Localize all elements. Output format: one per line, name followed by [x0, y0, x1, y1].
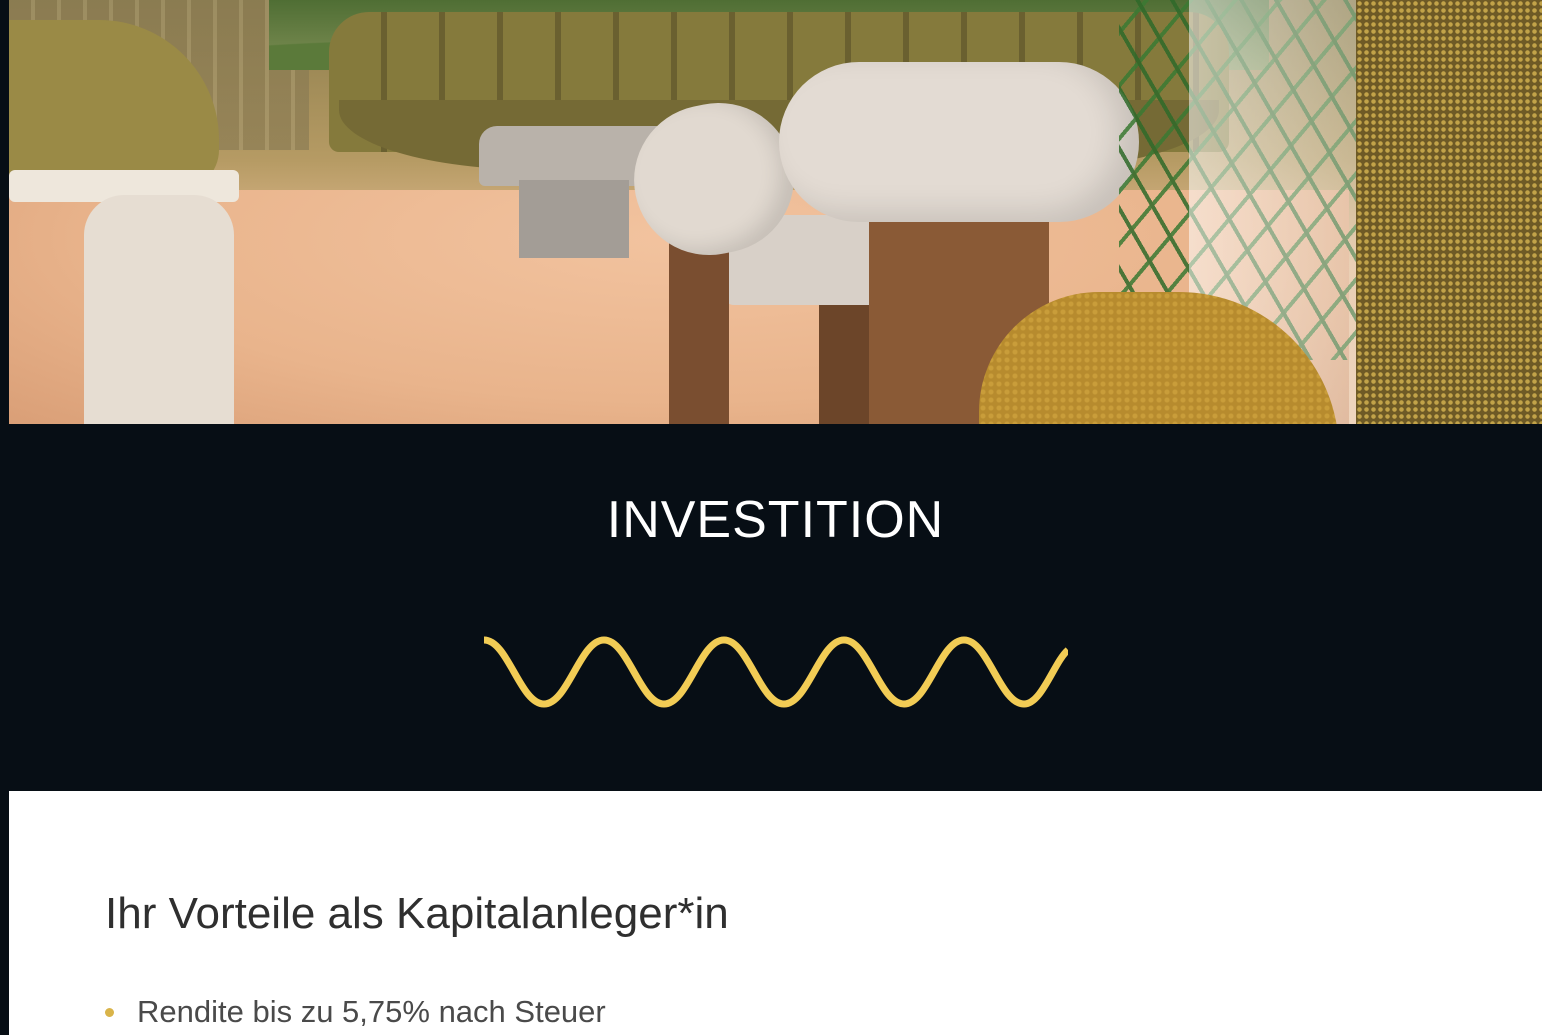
- wave-divider-icon: [484, 636, 1068, 708]
- section-title: INVESTITION: [606, 491, 945, 549]
- list-item: Rendite bis zu 5,75% nach Steuer: [105, 992, 606, 1032]
- chair-backrest-decoration: [779, 62, 1139, 222]
- bullet-icon: [105, 1008, 114, 1017]
- fabric-texture-decoration: [1356, 0, 1542, 424]
- benefits-heading: Ihr Vorteile als Kapitalanleger*in: [105, 889, 729, 938]
- pedestal-decoration: [84, 195, 234, 424]
- wave-line: [484, 636, 1068, 708]
- coffee-table-base-decoration: [519, 180, 629, 258]
- chair-leg-decoration: [819, 300, 874, 424]
- benefit-text: Rendite bis zu 5,75% nach Steuer: [137, 994, 606, 1029]
- investment-band: [9, 424, 1542, 791]
- hero-image: [9, 0, 1542, 424]
- benefits-list: Rendite bis zu 5,75% nach Steuer: [105, 992, 606, 1032]
